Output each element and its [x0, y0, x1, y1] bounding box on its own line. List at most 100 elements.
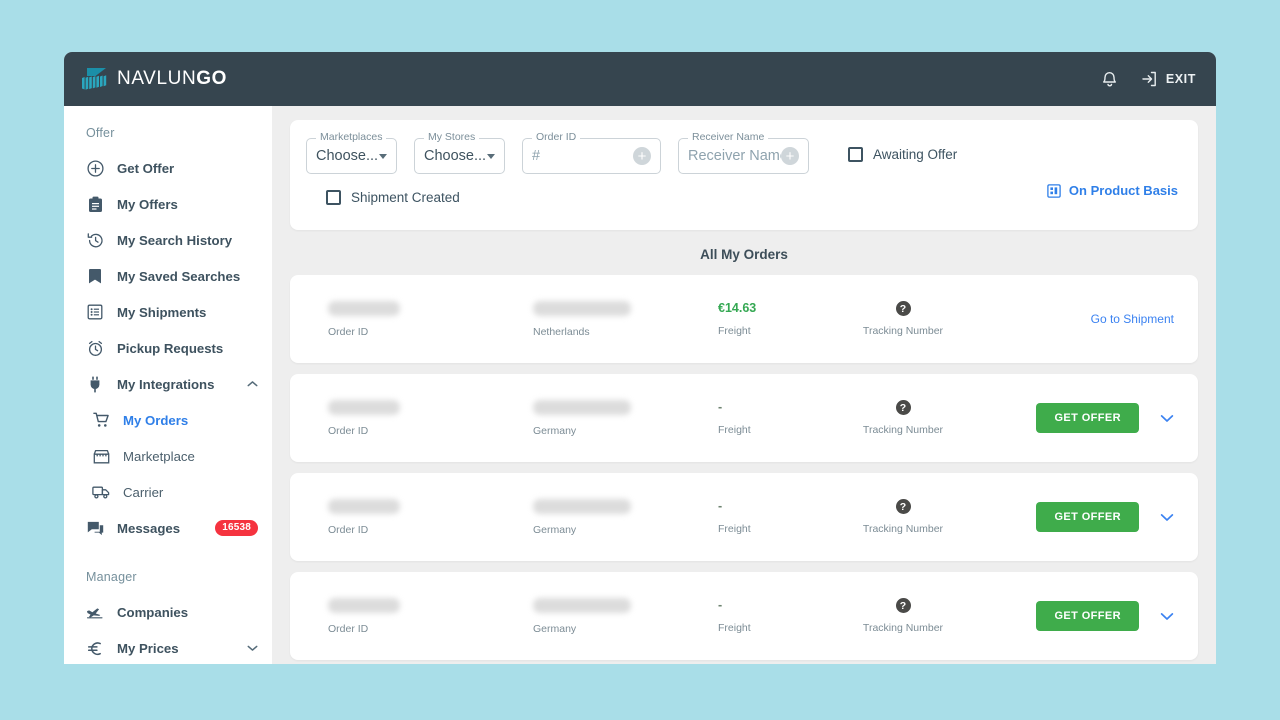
freight-cell: - Freight	[718, 499, 828, 535]
cart-icon	[90, 412, 112, 428]
tracking-label: Tracking Number	[862, 424, 944, 436]
table-row[interactable]: Order ID Germany - Freight ? Tracking Nu…	[290, 473, 1198, 561]
plus-circle-icon[interactable]: +	[781, 147, 799, 165]
tracking-label: Tracking Number	[862, 325, 944, 337]
list-box-icon	[84, 304, 106, 320]
destination-label: Germany	[533, 424, 577, 437]
on-product-basis-button[interactable]: On Product Basis	[1047, 183, 1178, 198]
sidebar-item-my-orders[interactable]: My Orders	[64, 402, 272, 438]
notifications-button[interactable]	[1101, 70, 1118, 88]
history-icon	[84, 232, 106, 249]
question-mark-icon: ?	[895, 400, 911, 415]
freight-label: Freight	[718, 325, 751, 337]
chevron-down-icon[interactable]	[1160, 513, 1174, 522]
table-row[interactable]: Order ID Germany - Freight ? Tracking Nu…	[290, 374, 1198, 462]
sidebar-section-offer-label: Offer	[86, 126, 115, 140]
brand-logo[interactable]: NAVLUNGO	[82, 67, 227, 91]
sidebar-item-my-search-history[interactable]: My Search History	[64, 222, 272, 258]
sidebar-item-label: Carrier	[123, 484, 164, 500]
sidebar-item-my-prices[interactable]: My Prices	[64, 630, 272, 664]
sidebar-item-label: My Prices	[117, 640, 179, 656]
sidebar-item-label: Get Offer	[117, 160, 175, 176]
sidebar-item-marketplace[interactable]: Marketplace	[64, 438, 272, 474]
shipment-created-label: Shipment Created	[351, 190, 460, 205]
truck-icon	[90, 485, 112, 499]
destination-redacted-value	[533, 399, 631, 415]
destination-redacted-value	[533, 498, 631, 514]
order-id-field[interactable]: Order ID # +	[522, 131, 661, 174]
table-row[interactable]: Order ID Germany - Freight ? Tracking Nu…	[290, 572, 1198, 660]
question-mark-icon: ?	[895, 301, 911, 316]
action-cell: GET OFFER	[978, 403, 1174, 433]
brand-prefix: NAVLUN	[117, 68, 197, 89]
order-id-input[interactable]: #	[532, 148, 540, 164]
my-stores-label: My Stores	[424, 131, 480, 143]
freight-value: -	[718, 499, 723, 513]
order-id-redacted-value	[328, 399, 400, 415]
my-stores-value: Choose...	[424, 148, 487, 164]
alarm-clock-icon	[84, 340, 106, 357]
sidebar-item-label: Marketplace	[123, 448, 195, 464]
order-id-cell: Order ID	[328, 498, 533, 536]
get-offer-button[interactable]: GET OFFER	[1036, 601, 1139, 631]
sidebar-item-label: My Saved Searches	[117, 268, 241, 284]
plus-circle-icon[interactable]: +	[633, 147, 651, 165]
chevron-down-icon[interactable]	[1160, 414, 1174, 423]
sidebar-item-label: My Shipments	[117, 304, 207, 320]
destination-label: Germany	[533, 523, 577, 536]
sidebar-item-my-shipments[interactable]: My Shipments	[64, 294, 272, 330]
destination-label: Germany	[533, 622, 577, 635]
go-to-shipment-link[interactable]: Go to Shipment	[1091, 312, 1174, 326]
chevron-down-icon	[379, 153, 387, 159]
marketplaces-select[interactable]: Marketplaces Choose...	[306, 131, 397, 174]
order-id-sublabel: Order ID	[328, 424, 369, 437]
receiver-name-input[interactable]: Receiver Name	[688, 148, 781, 164]
sidebar-item-pickup-requests[interactable]: Pickup Requests	[64, 330, 272, 366]
freight-value: €14.63	[718, 301, 757, 315]
sidebar-item-companies[interactable]: Companies	[64, 594, 272, 630]
chevron-down-icon[interactable]	[1160, 612, 1174, 621]
sidebar-item-my-offers[interactable]: My Offers	[64, 186, 272, 222]
on-product-basis-label: On Product Basis	[1068, 183, 1178, 198]
question-mark-icon: ?	[895, 598, 911, 613]
receiver-name-field[interactable]: Receiver Name Receiver Name +	[678, 131, 809, 174]
filter-row-primary: Marketplaces Choose... My Stores Choose.…	[306, 131, 1182, 174]
table-row[interactable]: Order ID Netherlands €14.63 Freight ? Tr…	[290, 275, 1198, 363]
clipboard-icon	[84, 196, 106, 213]
grid-table-icon	[1047, 183, 1061, 198]
chevron-up-icon[interactable]	[247, 380, 258, 388]
action-cell: GET OFFER	[978, 502, 1174, 532]
freight-cell: €14.63 Freight	[718, 301, 828, 337]
brand-suffix: GO	[196, 68, 228, 89]
chevron-down-icon	[487, 153, 495, 159]
top-bar: NAVLUNGO EXIT	[64, 52, 1216, 106]
sidebar-item-label: My Search History	[117, 232, 233, 248]
sidebar-item-label: My Integrations	[117, 376, 215, 392]
freight-cell: - Freight	[718, 400, 828, 436]
tracking-label: Tracking Number	[862, 622, 944, 634]
sidebar-item-my-saved-searches[interactable]: My Saved Searches	[64, 258, 272, 294]
awaiting-offer-checkbox[interactable]: Awaiting Offer	[848, 147, 957, 162]
checkbox-box[interactable]	[848, 147, 863, 162]
sidebar-item-my-integrations[interactable]: My Integrations	[64, 366, 272, 402]
destination-label: Netherlands	[533, 325, 590, 338]
question-mark-icon: ?	[895, 499, 911, 514]
navlungo-logo-icon	[82, 68, 107, 90]
checkbox-box[interactable]	[326, 190, 341, 205]
marketplaces-value: Choose...	[316, 148, 379, 164]
order-id-sublabel: Order ID	[328, 325, 369, 338]
sidebar-item-carrier[interactable]: Carrier	[64, 474, 272, 510]
sidebar-divider-gap	[64, 546, 272, 564]
exit-button[interactable]: EXIT	[1140, 70, 1196, 88]
order-id-sublabel: Order ID	[328, 622, 369, 635]
get-offer-button[interactable]: GET OFFER	[1036, 502, 1139, 532]
destination-cell: Germany	[533, 597, 718, 635]
my-stores-select[interactable]: My Stores Choose...	[414, 131, 505, 174]
order-id-redacted-value	[328, 597, 400, 613]
freight-label: Freight	[718, 622, 751, 634]
messages-badge: 16538	[215, 520, 258, 536]
get-offer-button[interactable]: GET OFFER	[1036, 403, 1139, 433]
sidebar-item-get-offer[interactable]: Get Offer	[64, 150, 272, 186]
sidebar-item-messages[interactable]: Messages 16538	[64, 510, 272, 546]
chevron-down-icon[interactable]	[247, 644, 258, 652]
